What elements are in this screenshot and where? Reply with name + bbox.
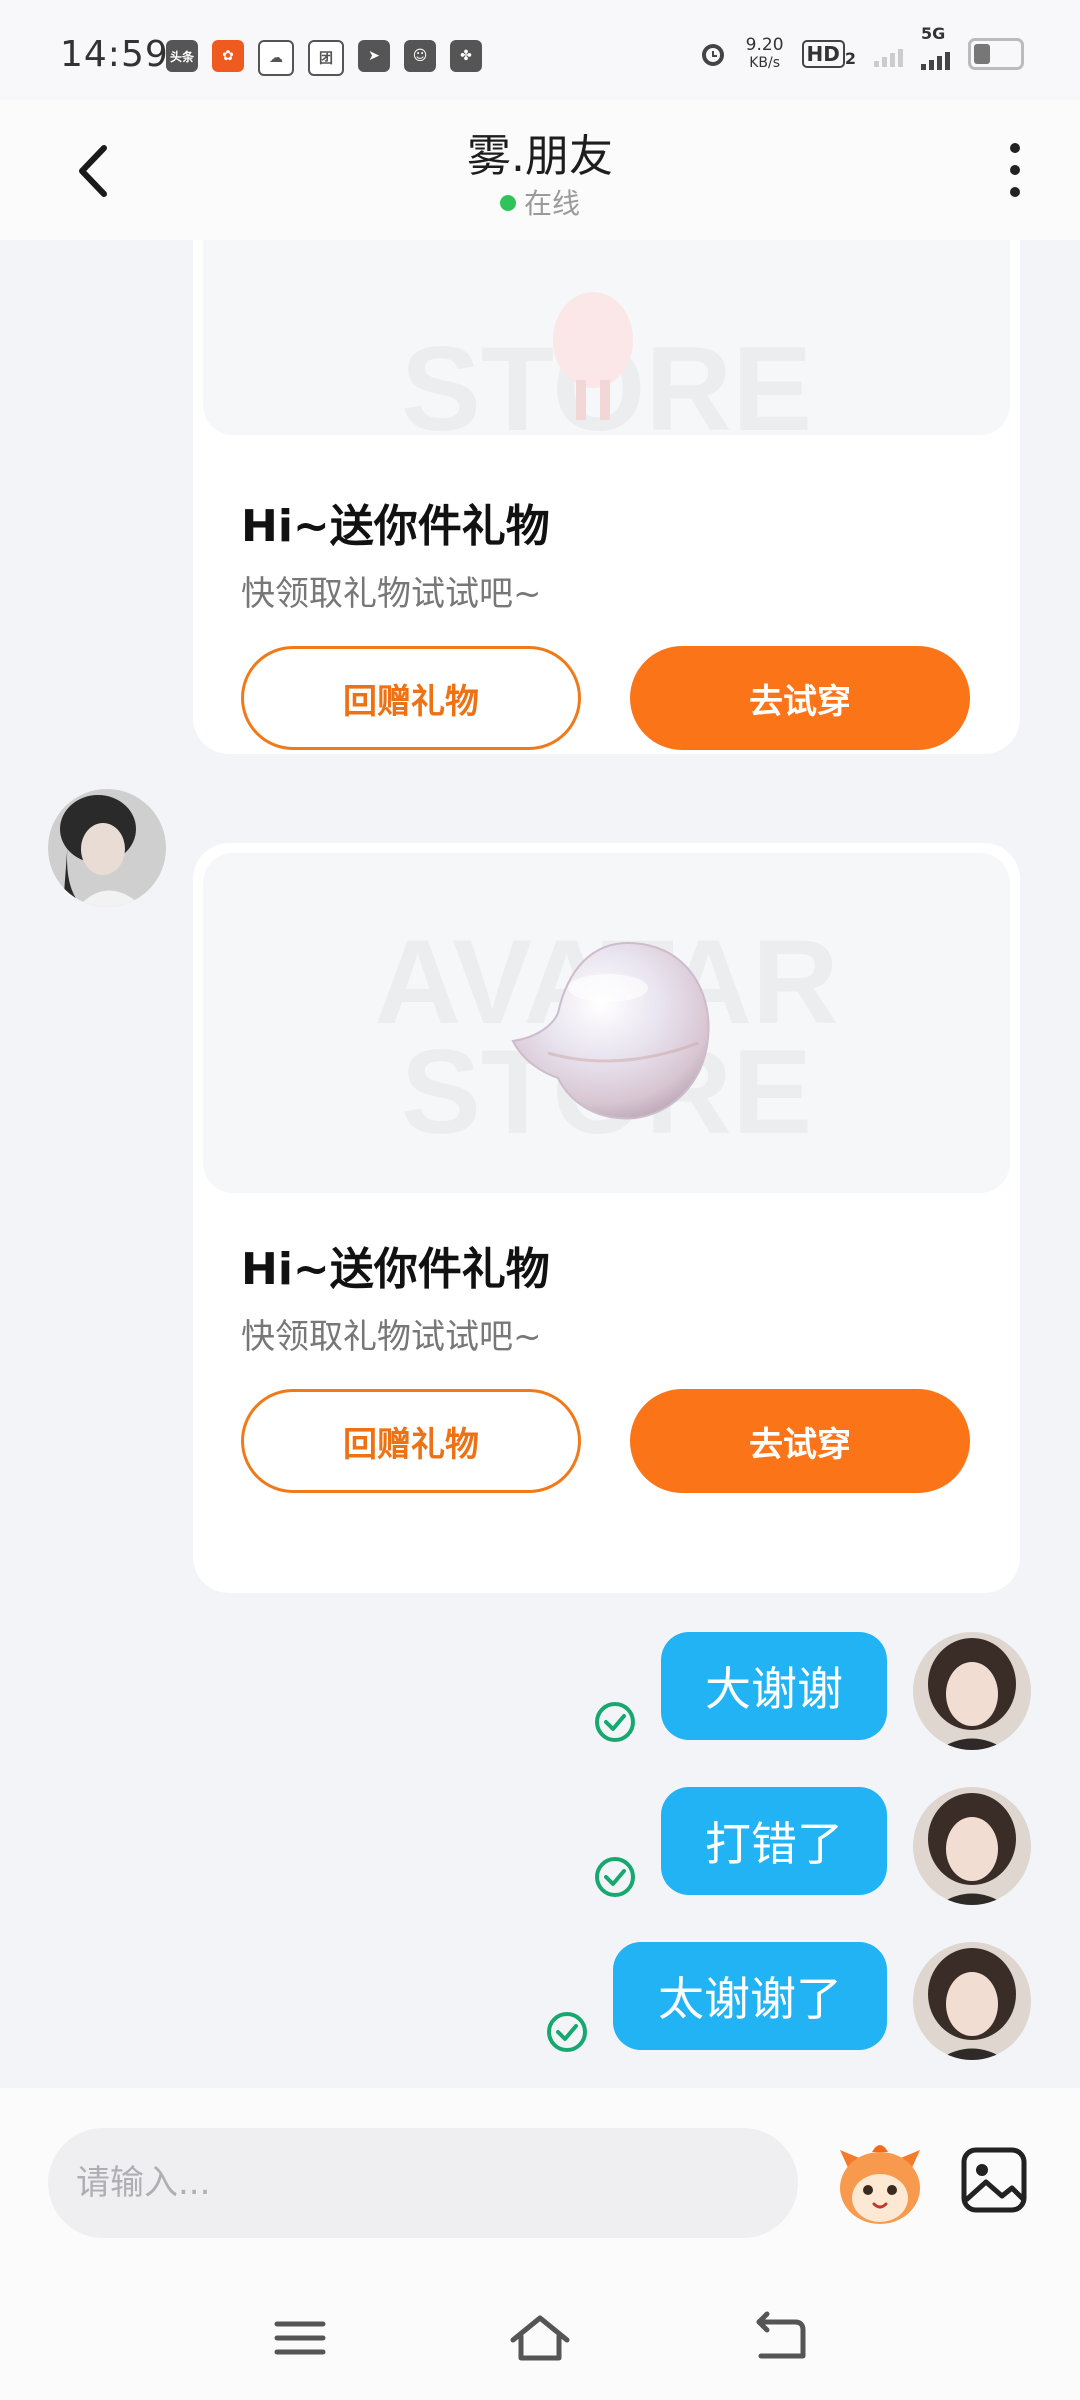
message-bubble[interactable]: 打错了 (661, 1787, 887, 1895)
more-vertical-icon[interactable] (990, 140, 1040, 200)
gift-card-title: Hi~送你件礼物 (241, 501, 550, 552)
network-speed: 9.20 KB/s (746, 36, 784, 72)
online-status-label: 在线 (523, 187, 580, 220)
group-app-icon: 团 (308, 40, 344, 76)
network-type: 5G (921, 24, 946, 43)
system-nav-bar (0, 2288, 1080, 2378)
gift-card-subtitle: 快领取礼物试试吧~ (241, 574, 542, 614)
gift-image: STORE (203, 240, 1010, 435)
speed-value: 9.20 (745, 35, 784, 55)
battery-icon (968, 38, 1024, 70)
mascot-emoji-icon[interactable] (830, 2132, 930, 2232)
delivered-check-icon (595, 1702, 635, 1742)
cloud-app-icon: ☁ (258, 40, 294, 76)
status-bar: 14:59 头条 ✿ ☁ 团 ➤ ☺ ✤ 9.20 KB/s HD 2 5G (0, 0, 1080, 100)
return-gift-button[interactable]: 回赠礼物 (241, 1389, 581, 1493)
back-icon[interactable] (745, 2308, 815, 2368)
wechat-icon: ☺ (404, 40, 436, 72)
chat-header: 雾.朋友 在线 (0, 100, 1080, 240)
signal-icon (921, 44, 950, 70)
status-right: 9.20 KB/s HD 2 5G (698, 24, 1024, 72)
speed-unit: KB/s (749, 55, 780, 71)
delivered-check-icon (547, 2012, 587, 2052)
delivered-check-icon (595, 1857, 635, 1897)
gift-card: STORE Hi~送你件礼物 快领取礼物试试吧~ 回赠礼物 去试穿 (193, 240, 1020, 754)
try-on-button[interactable]: 去试穿 (630, 1389, 970, 1493)
online-status: 在线 (0, 182, 1080, 222)
try-on-button[interactable]: 去试穿 (630, 646, 970, 750)
gift-card: AVATAR STORE Hi~送你件礼物 快领取礼物试试吧~ 回赠礼物 去试穿 (193, 843, 1020, 1593)
hd-badge: HD 2 (801, 40, 856, 68)
my-avatar[interactable] (913, 1942, 1031, 2060)
message-bubble[interactable]: 大谢谢 (661, 1632, 887, 1740)
gift-card-title: Hi~送你件礼物 (241, 1244, 550, 1295)
return-gift-button[interactable]: 回赠礼物 (241, 646, 581, 750)
signal-weak-icon (874, 41, 903, 67)
signal-5g: 5G (921, 24, 950, 70)
gift-card-subtitle: 快领取礼物试试吧~ (241, 1317, 542, 1357)
input-bar (0, 2088, 1080, 2400)
gift-doll-icon (553, 292, 633, 420)
status-time: 14:59 (60, 34, 169, 75)
online-dot-icon (499, 195, 516, 211)
image-icon[interactable] (958, 2144, 1030, 2216)
gift-image: AVATAR STORE (203, 853, 1010, 1193)
friend-avatar[interactable] (48, 789, 166, 907)
hd-label: HD (801, 40, 845, 68)
notification-icons: 头条 ✿ ☁ 团 ➤ ☺ ✤ (166, 40, 482, 76)
bubble-gift-icon (511, 941, 710, 1120)
alarm-icon (701, 44, 724, 66)
pinwheel-icon: ✤ (450, 40, 482, 72)
toutiao-icon: 头条 (166, 40, 198, 72)
hd-sub: 2 (844, 49, 856, 68)
send-app-icon: ➤ (358, 40, 390, 72)
message-bubble[interactable]: 太谢谢了 (613, 1942, 887, 2050)
message-input[interactable] (48, 2128, 798, 2238)
contact-name: 雾.朋友 (467, 131, 613, 182)
my-avatar[interactable] (913, 1632, 1031, 1750)
home-icon[interactable] (505, 2308, 575, 2368)
chat-messages[interactable]: STORE Hi~送你件礼物 快领取礼物试试吧~ 回赠礼物 去试穿 AVATAR… (0, 240, 1080, 2088)
my-avatar[interactable] (913, 1787, 1031, 1905)
menu-icon[interactable] (265, 2308, 335, 2368)
taobao-icon: ✿ (212, 40, 244, 72)
